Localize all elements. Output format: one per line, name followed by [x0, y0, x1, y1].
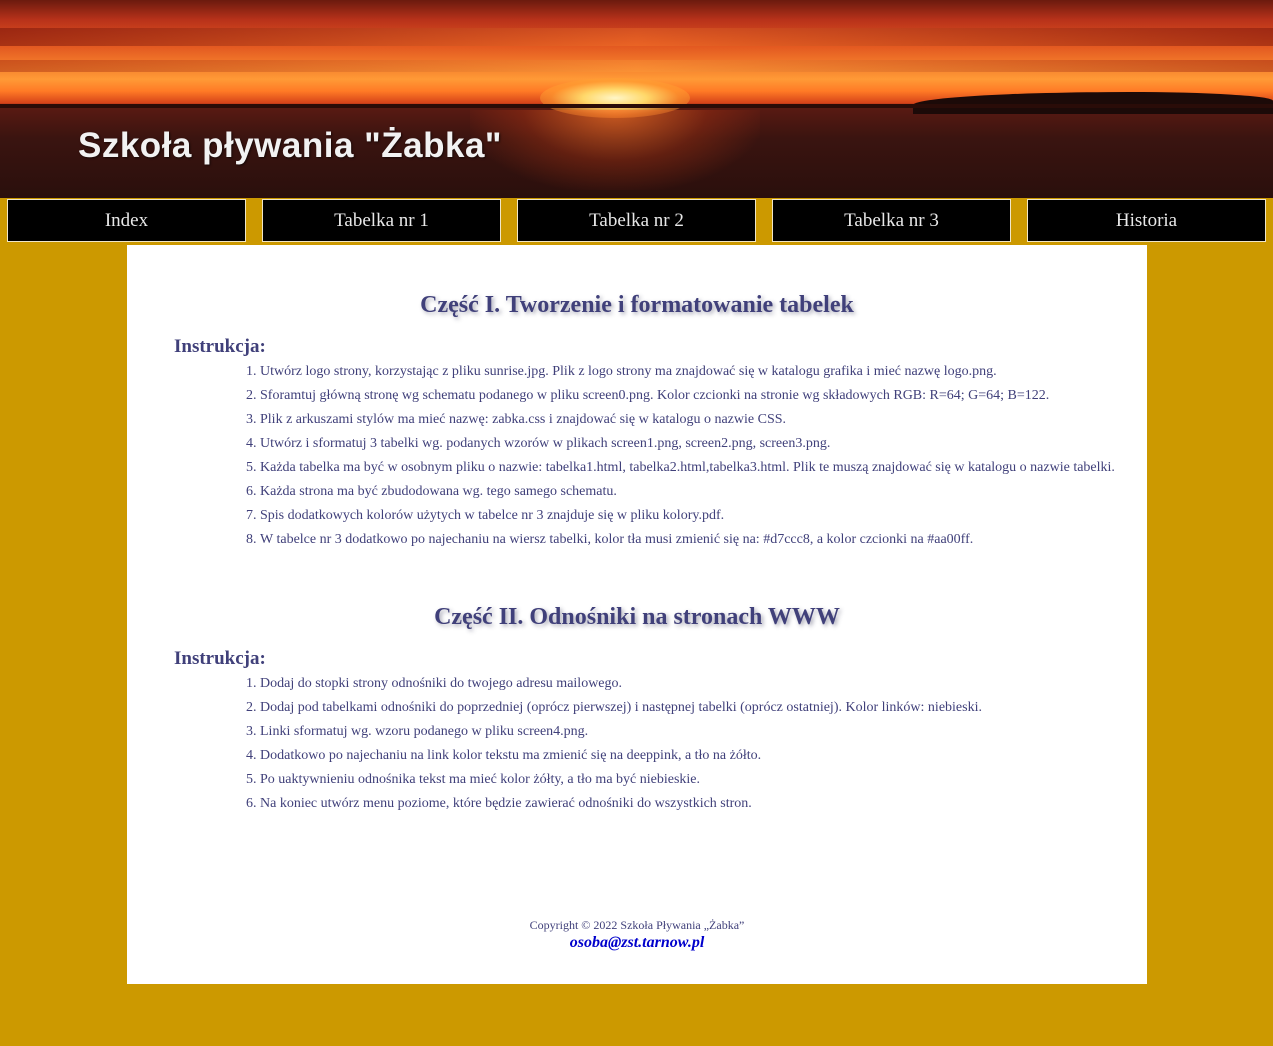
list-item: Dodatkowo po najechaniu na link kolor te… — [260, 744, 982, 768]
list-item: Utwórz i sformatuj 3 tabelki wg. podanyc… — [260, 432, 1115, 456]
footer-copyright: Copyright © 2022 Szkoła Pływania „Żabka” — [529, 918, 745, 932]
menu-item-tabelka-2[interactable]: Tabelka nr 2 — [517, 199, 756, 242]
section-1-subtitle: Instrukcja: — [174, 336, 266, 357]
section-2-title: Część II. Odnośniki na stronach WWW — [434, 604, 840, 630]
menu-item-tabelka-3[interactable]: Tabelka nr 3 — [772, 199, 1011, 242]
list-item: Utwórz logo strony, korzystając z pliku … — [260, 360, 1115, 384]
menu-item-historia[interactable]: Historia — [1027, 199, 1266, 242]
main-menu: Index Tabelka nr 1 Tabelka nr 2 Tabelka … — [0, 198, 1273, 244]
list-item: W tabelce nr 3 dodatkowo po najechaniu n… — [260, 528, 1115, 552]
list-item: Dodaj pod tabelkami odnośniki do poprzed… — [260, 696, 982, 720]
menu-item-index[interactable]: Index — [7, 199, 246, 242]
list-item: Plik z arkuszami stylów ma mieć nazwę: z… — [260, 408, 1115, 432]
header-banner: Szkoła pływania "Żabka" — [0, 0, 1273, 198]
list-item: Sforamtuj główną stronę wg schematu poda… — [260, 384, 1115, 408]
list-item: Każda tabelka ma być w osobnym pliku o n… — [260, 456, 1115, 480]
list-item: Spis dodatkowych kolorów użytych w tabel… — [260, 504, 1115, 528]
banner-clouds-lower — [0, 60, 1273, 72]
section-1-list: Utwórz logo strony, korzystając z pliku … — [209, 360, 1115, 552]
main-content: Część I. Tworzenie i formatowanie tabele… — [127, 245, 1147, 984]
banner-clouds — [0, 28, 1273, 46]
list-item: Każda strona ma być zbudodowana wg. tego… — [260, 480, 1115, 504]
section-1-title: Część I. Tworzenie i formatowanie tabele… — [420, 292, 854, 318]
menu-item-tabelka-1[interactable]: Tabelka nr 1 — [262, 199, 501, 242]
list-item: Dodaj do stopki strony odnośniki do twoj… — [260, 672, 982, 696]
footer-email-link[interactable]: osoba@zst.tarnow.pl — [127, 934, 1147, 952]
banner-sun-reflection — [470, 110, 760, 190]
banner-horizon — [0, 104, 1273, 108]
list-item: Na koniec utwórz menu poziome, które będ… — [260, 792, 982, 816]
section-2-subtitle: Instrukcja: — [174, 648, 266, 669]
banner-land — [913, 92, 1273, 114]
section-2-list: Dodaj do stopki strony odnośniki do twoj… — [209, 672, 982, 816]
list-item: Po uaktywnieniu odnośnika tekst ma mieć … — [260, 768, 982, 792]
site-logo-title: Szkoła pływania "Żabka" — [78, 126, 502, 165]
list-item: Linki sformatuj wg. wzoru podanego w pli… — [260, 720, 982, 744]
